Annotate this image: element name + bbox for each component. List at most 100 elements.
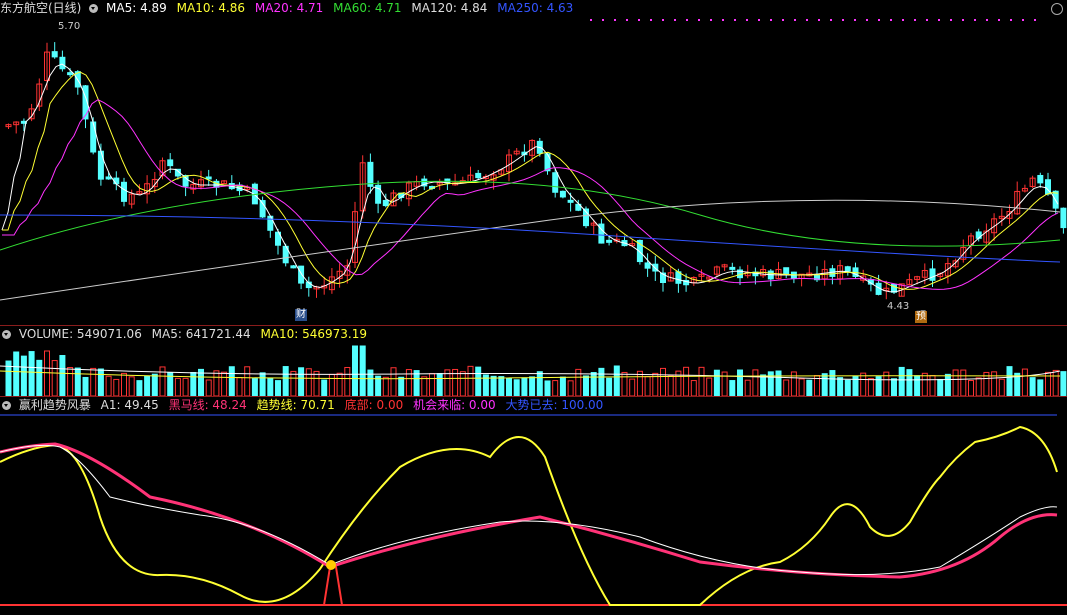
volume-bar (105, 375, 112, 396)
volume-bar (90, 367, 97, 396)
price-chart[interactable] (0, 0, 1067, 325)
volume-bar (752, 369, 759, 396)
candle (290, 265, 297, 269)
signal-dot (998, 19, 1000, 21)
volume-bar (97, 368, 104, 396)
indicator-panel[interactable]: 赢利趋势风暴 A1: 49.45 黑马线: 48.24 趋势线: 70.71 底… (0, 397, 1067, 615)
price-panel[interactable]: 东方航空(日线) MA5: 4.89 MA10: 4.86 MA20: 4.71… (0, 0, 1067, 325)
dropdown-icon[interactable] (89, 4, 99, 13)
volume-bar (844, 379, 851, 396)
volume-bar (213, 370, 220, 396)
volume-bar (344, 366, 351, 396)
signal-dot (950, 19, 952, 21)
volume-bar (860, 372, 867, 396)
volume-bar (221, 371, 228, 396)
volume-bar (429, 373, 435, 396)
ma120-label: MA120: 4.84 (411, 1, 488, 15)
candle (182, 175, 189, 187)
volume-bar (906, 369, 913, 396)
volume-bar (944, 373, 951, 396)
dropdown-icon[interactable] (2, 401, 11, 410)
candle (67, 72, 74, 76)
volume-bar (598, 367, 605, 396)
volume-bar (891, 378, 897, 396)
volume-bar (498, 376, 505, 396)
sad-face-icon (326, 560, 336, 570)
volume-bar (251, 378, 258, 396)
signal-dot (938, 19, 940, 21)
candle (1037, 174, 1044, 184)
volume-bar (36, 359, 43, 396)
signal-dot (734, 19, 736, 21)
volume-bar (521, 377, 528, 396)
volume-bar (937, 378, 944, 396)
volume-bar (228, 366, 235, 396)
volume-bar (837, 377, 844, 396)
forecast-tag[interactable]: 预 (915, 311, 927, 323)
volume-bar (490, 375, 497, 396)
volume-value: VOLUME: 549071.06 (18, 327, 142, 341)
volume-bar (629, 378, 636, 396)
signal-dot (866, 19, 868, 21)
candle (167, 159, 174, 167)
candle (298, 265, 305, 284)
candle (929, 268, 936, 281)
volume-bar (128, 376, 135, 396)
volume-panel[interactable]: VOLUME: 549071.06 MA5: 641721.44 MA10: 5… (0, 326, 1067, 396)
dropdown-icon[interactable] (2, 330, 11, 339)
indicator-jihui: 机会来临: 0.00 (413, 398, 496, 412)
volume-bar (760, 374, 767, 396)
signal-dot (1010, 19, 1012, 21)
signal-dot (674, 19, 676, 21)
volume-bar (667, 375, 674, 396)
candle (552, 172, 559, 193)
signal-dot (1022, 19, 1024, 21)
volume-bar (236, 377, 243, 396)
volume-bar (898, 366, 905, 396)
signal-dot (1034, 19, 1036, 21)
volume-bar (182, 377, 189, 396)
indicator-qushi: 趋势线: 70.71 (256, 398, 335, 412)
volume-bar (336, 372, 343, 396)
signal-dot (710, 19, 712, 21)
signal-dot (962, 19, 964, 21)
volume-bar (921, 372, 928, 396)
finance-tag[interactable]: 财 (295, 309, 307, 321)
volume-bar (706, 377, 713, 396)
signal-dot (818, 19, 820, 21)
volume-bar (783, 379, 790, 396)
volume-bar (352, 345, 358, 396)
indicator-a1: A1: 49.45 (100, 398, 159, 412)
candle (59, 56, 66, 70)
volume-bar (683, 366, 690, 396)
ma20-line (2, 99, 1059, 290)
signal-dot (626, 19, 628, 21)
volume-bar (1060, 371, 1067, 396)
signal-dot (638, 19, 640, 21)
indicator-header: 赢利趋势风暴 A1: 49.45 黑马线: 48.24 趋势线: 70.71 底… (0, 397, 609, 413)
indicator-chart[interactable] (0, 397, 1067, 615)
heima-line (0, 442, 1058, 579)
signal-dot (890, 19, 892, 21)
volume-bar (136, 380, 143, 396)
volume-bar (390, 367, 397, 396)
indicator-name: 赢利趋势风暴 (18, 398, 91, 412)
candle (367, 161, 374, 187)
volume-bar (960, 369, 967, 396)
signal-dot (770, 19, 772, 21)
settings-icon[interactable] (1051, 3, 1063, 15)
signal-dot (830, 19, 832, 21)
volume-bar (459, 371, 466, 396)
volume-bar (544, 380, 551, 396)
candle (475, 172, 482, 179)
ma5-label: MA5: 4.89 (106, 1, 167, 15)
volume-bar (506, 377, 512, 396)
candle (121, 181, 127, 202)
volume-bar (998, 378, 1005, 396)
ma10-label: MA10: 4.86 (176, 1, 246, 15)
volume-bar (698, 366, 705, 396)
indicator-heima: 黑马线: 48.24 (168, 398, 247, 412)
signal-dot (794, 19, 796, 21)
volume-bar (244, 366, 251, 396)
volume-bar (28, 351, 35, 396)
